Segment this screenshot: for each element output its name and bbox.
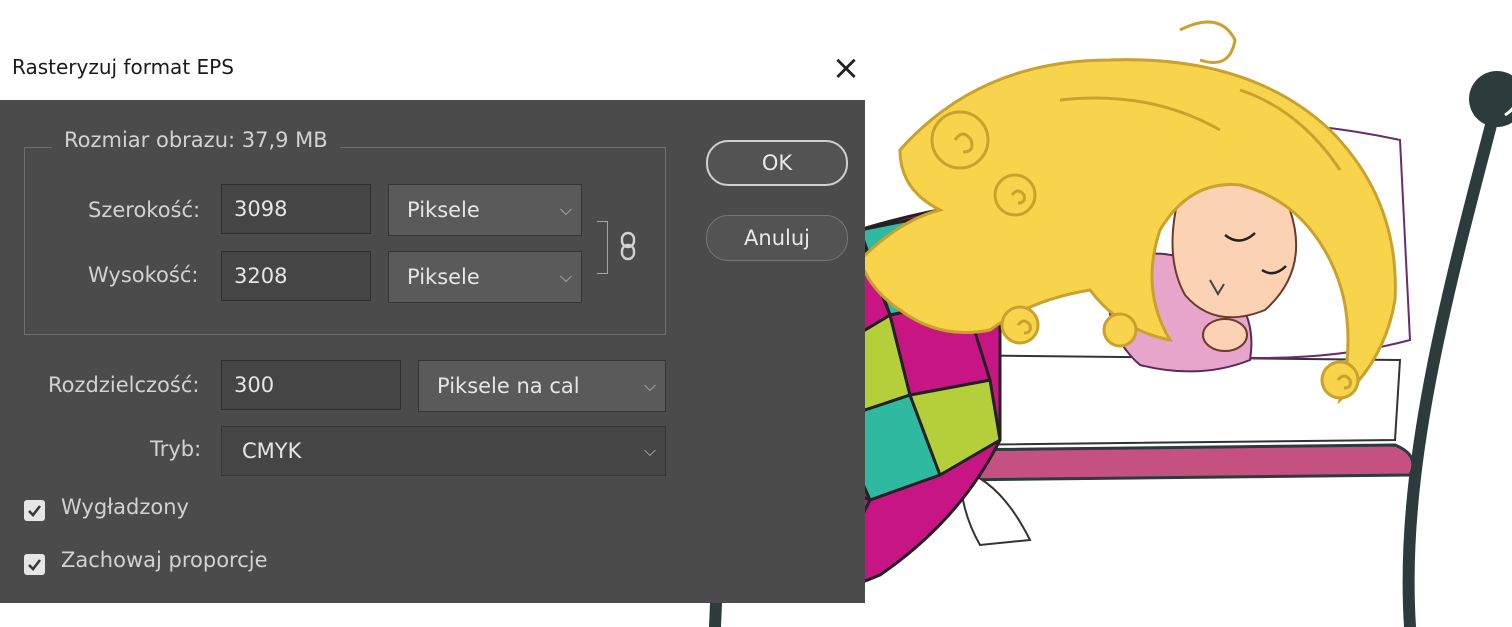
height-input[interactable]: 3208 [221,251,371,301]
width-label: Szerokość: [88,198,201,222]
width-unit-select[interactable]: Piksele ⌵ [388,184,582,236]
height-label: Wysokość: [88,263,199,287]
resolution-input[interactable]: 300 [221,360,401,410]
checkmark-icon [28,559,42,571]
width-unit-value: Piksele [407,198,480,222]
hand [1202,318,1248,352]
resolution-label: Rozdzielczość: [48,373,200,397]
width-input[interactable]: 3098 [221,184,371,234]
height-unit-value: Piksele [407,265,480,289]
mode-label: Tryb: [150,437,202,461]
anti-aliased-label: Wygładzony [61,495,189,519]
rasterize-eps-dialog: Rozmiar obrazu: 37,9 MB Szerokość: 3098 … [0,100,865,603]
height-unit-select[interactable]: Piksele ⌵ [388,251,582,303]
checkmark-icon [28,505,42,517]
dialog-titlebar: Rasteryzuj format EPS × [0,40,870,100]
image-size-label: Rozmiar obrazu: 37,9 MB [52,128,340,152]
cancel-button[interactable]: Anuluj [706,215,848,261]
constrain-proportions-checkbox[interactable] [24,554,45,575]
mode-select[interactable]: CMYK ⌵ [221,426,666,476]
chevron-down-icon: ⌵ [643,376,656,395]
link-bracket [597,221,608,274]
chevron-down-icon: ⌵ [559,200,572,219]
ok-button[interactable]: OK [706,140,848,186]
chain-link-icon[interactable] [617,231,639,261]
chevron-down-icon: ⌵ [643,441,656,460]
resolution-unit-select[interactable]: Piksele na cal ⌵ [418,360,666,412]
resolution-unit-value: Piksele na cal [437,374,580,398]
dialog-title: Rasteryzuj format EPS [12,55,234,79]
anti-aliased-checkbox[interactable] [24,500,45,521]
chevron-down-icon: ⌵ [559,267,572,286]
image-size-group [24,147,666,335]
close-icon[interactable]: × [826,46,866,90]
bed-knob-right [1469,71,1512,127]
mode-value: CMYK [242,439,302,463]
constrain-proportions-label: Zachowaj proporcje [61,548,268,572]
